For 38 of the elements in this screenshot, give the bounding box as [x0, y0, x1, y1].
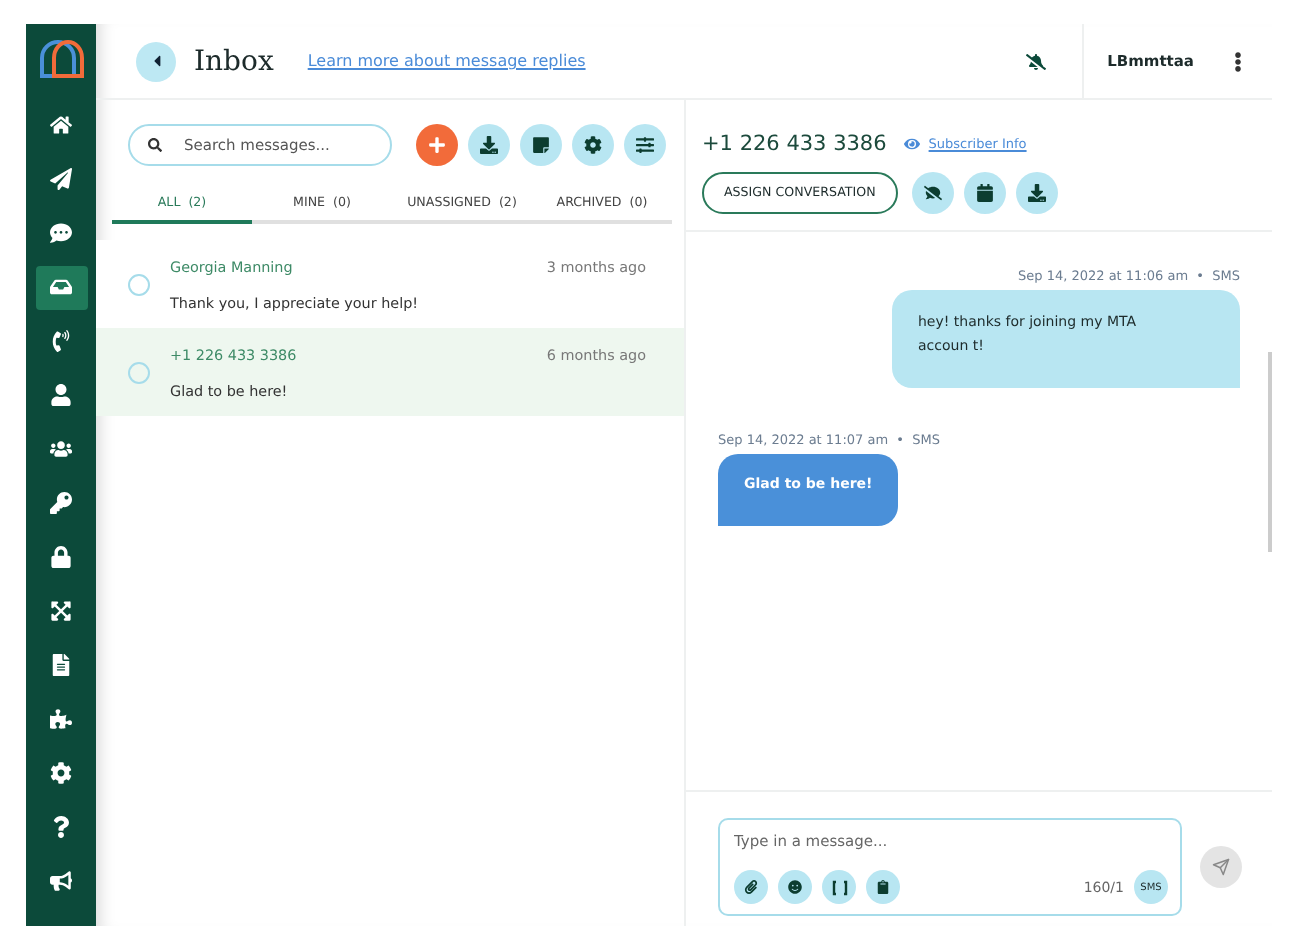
calendar-icon — [975, 184, 994, 202]
page-title: Inbox — [194, 45, 274, 77]
comment-slash-icon — [923, 184, 942, 202]
inbox-icon[interactable] — [35, 265, 87, 309]
close-chat-button[interactable] — [911, 172, 954, 214]
download-button[interactable] — [1015, 172, 1058, 214]
clipboard-button[interactable] — [866, 870, 900, 904]
brackets-button[interactable] — [822, 870, 856, 904]
settings-button[interactable] — [572, 124, 614, 166]
clipboard-icon — [876, 880, 890, 894]
calendar-button[interactable] — [963, 172, 1006, 214]
search-icon — [148, 138, 162, 152]
note-icon — [532, 136, 550, 154]
select-checkbox[interactable] — [128, 273, 150, 295]
settings-icon — [584, 136, 602, 154]
download-icon — [480, 136, 498, 154]
download-icon — [1027, 184, 1046, 202]
scrollbar[interactable] — [1268, 352, 1272, 552]
emoji-button[interactable] — [778, 870, 812, 904]
add-button[interactable] — [416, 124, 458, 166]
contact-phone: +1 226 433 3386 — [702, 132, 887, 156]
plus-icon — [428, 136, 446, 154]
download-button[interactable] — [468, 124, 510, 166]
help-link[interactable]: Learn more about message replies — [307, 52, 586, 70]
muted-bell-icon[interactable] — [1025, 51, 1046, 71]
logo-icon — [35, 36, 87, 80]
attach-button[interactable] — [734, 870, 768, 904]
send-icon — [1212, 858, 1230, 876]
paperclip-icon — [744, 880, 758, 894]
sliders-icon — [636, 136, 654, 154]
brackets-icon — [831, 879, 847, 895]
note-button[interactable] — [520, 124, 562, 166]
smiley-icon — [788, 880, 802, 894]
filter-button[interactable] — [624, 124, 666, 166]
back-button[interactable] — [136, 41, 176, 81]
select-checkbox[interactable] — [128, 361, 150, 383]
eye-icon — [904, 136, 921, 152]
send-button[interactable] — [1200, 846, 1242, 888]
